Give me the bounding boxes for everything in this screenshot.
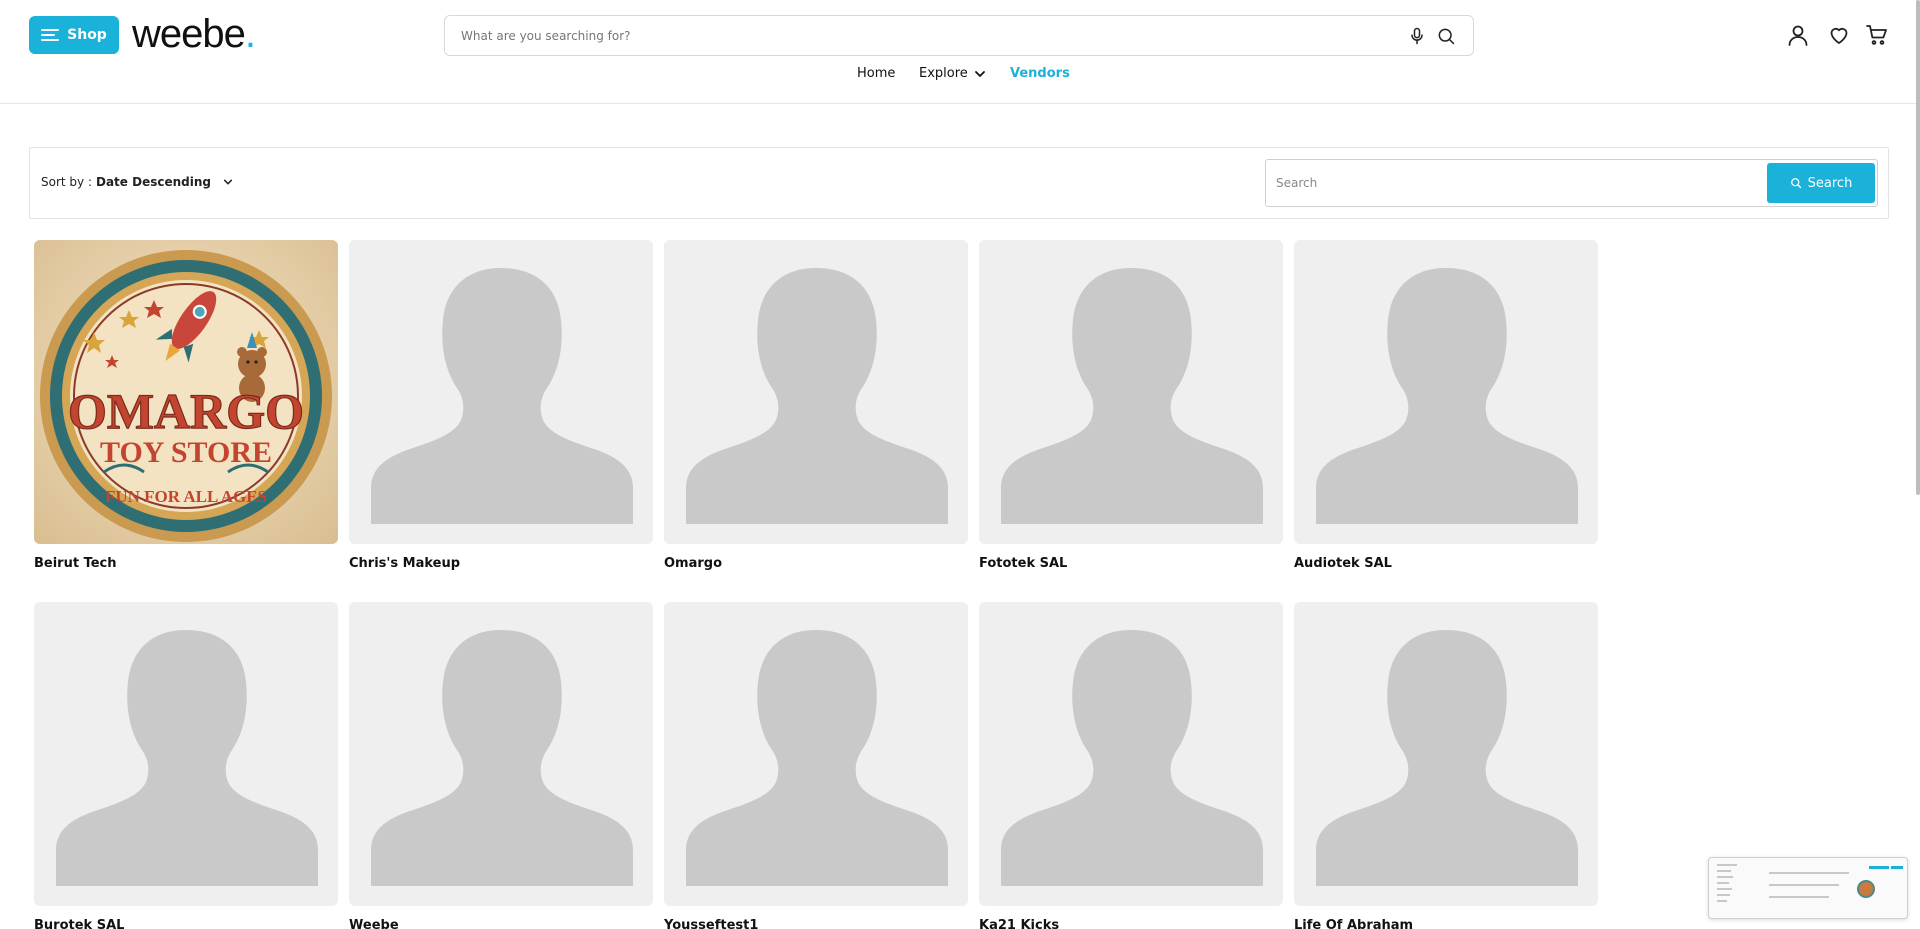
site-header: Shop weebe. Home Explore Vendors bbox=[0, 0, 1920, 104]
vendor-placeholder-avatar bbox=[979, 602, 1283, 906]
vendor-placeholder-avatar bbox=[349, 240, 653, 544]
vendor-name: Audiotek SAL bbox=[1294, 556, 1392, 571]
vendor-placeholder-avatar bbox=[34, 602, 338, 906]
vendor-placeholder-avatar bbox=[1294, 602, 1598, 906]
site-logo[interactable]: weebe. bbox=[132, 12, 256, 57]
vendor-placeholder-avatar bbox=[349, 602, 653, 906]
vendor-search: Search bbox=[1265, 159, 1878, 207]
vendor-name: Weebe bbox=[349, 918, 399, 929]
nav-vendors-label: Vendors bbox=[1010, 66, 1070, 81]
search-icon bbox=[1790, 178, 1801, 189]
menu-icon bbox=[41, 29, 60, 41]
site-search-bar bbox=[444, 15, 1474, 56]
shop-menu-button[interactable]: Shop bbox=[29, 16, 119, 54]
avatar-placeholder-icon bbox=[371, 630, 633, 886]
avatar-placeholder-icon bbox=[686, 630, 948, 886]
vendor-card[interactable]: Omargo bbox=[664, 240, 968, 571]
vendor-card[interactable]: Ka21 Kicks bbox=[979, 602, 1283, 929]
omargo-toy-store-badge: OMARGO TOY STORE FUN FOR ALL AGES bbox=[34, 240, 338, 544]
logo-dot: . bbox=[244, 12, 256, 56]
sort-label: Sort by : bbox=[41, 175, 92, 189]
vendor-placeholder-avatar bbox=[979, 240, 1283, 544]
chevron-down-icon bbox=[974, 70, 985, 77]
avatar-placeholder-icon bbox=[1316, 268, 1578, 524]
avatar-placeholder-icon bbox=[371, 268, 633, 524]
page-preview-thumbnail[interactable] bbox=[1708, 857, 1908, 919]
vendor-placeholder-avatar bbox=[664, 240, 968, 544]
vendor-card[interactable]: Chris's Makeup bbox=[349, 240, 653, 571]
vendor-search-button[interactable]: Search bbox=[1767, 163, 1875, 203]
vendor-name: Life Of Abraham bbox=[1294, 918, 1414, 929]
shop-button-label: Shop bbox=[67, 27, 107, 43]
vendor-logo: OMARGO TOY STORE FUN FOR ALL AGES bbox=[34, 240, 338, 544]
sort-dropdown[interactable]: Sort by : Date Descending bbox=[41, 175, 233, 189]
avatar-placeholder-icon bbox=[56, 630, 318, 886]
vendor-name: Yousseftest1 bbox=[664, 918, 759, 929]
vendor-name: Beirut Tech bbox=[34, 556, 117, 571]
logo-text: weebe bbox=[132, 12, 246, 56]
avatar-placeholder-icon bbox=[1001, 630, 1263, 886]
vendor-name: Fototek SAL bbox=[979, 556, 1068, 571]
vendor-name: Ka21 Kicks bbox=[979, 918, 1060, 929]
vendor-search-input[interactable] bbox=[1276, 160, 1756, 206]
vendor-card[interactable]: Weebe bbox=[349, 602, 653, 929]
avatar-placeholder-icon bbox=[1316, 630, 1578, 886]
vendor-card[interactable]: OMARGO TOY STORE FUN FOR ALL AGES Beirut… bbox=[34, 240, 338, 571]
sort-value: Date Descending bbox=[96, 175, 211, 189]
site-search-input[interactable] bbox=[461, 16, 1361, 55]
vendor-card[interactable]: Fototek SAL bbox=[979, 240, 1283, 571]
nav-explore[interactable]: Explore bbox=[919, 66, 986, 81]
vendor-placeholder-avatar bbox=[664, 602, 968, 906]
cart-icon[interactable] bbox=[1865, 23, 1889, 47]
badge-line-1: OMARGO bbox=[68, 383, 304, 439]
nav-vendors[interactable]: Vendors bbox=[1010, 66, 1070, 81]
vendor-card[interactable]: Yousseftest1 bbox=[664, 602, 968, 929]
vendor-search-button-label: Search bbox=[1807, 175, 1853, 191]
vendor-name: Chris's Makeup bbox=[349, 556, 461, 571]
vendor-name: Omargo bbox=[664, 556, 723, 571]
vendor-card[interactable]: Audiotek SAL bbox=[1294, 240, 1598, 571]
nav-home[interactable]: Home bbox=[857, 66, 895, 81]
heart-icon[interactable] bbox=[1827, 23, 1851, 47]
avatar-placeholder-icon bbox=[686, 268, 948, 524]
nav-home-label: Home bbox=[857, 66, 896, 81]
vendor-filter-bar: Sort by : Date Descending Search bbox=[29, 147, 1889, 219]
search-icon[interactable] bbox=[1436, 26, 1456, 46]
vendor-placeholder-avatar bbox=[1294, 240, 1598, 544]
nav-explore-label: Explore bbox=[919, 66, 968, 81]
mic-icon[interactable] bbox=[1407, 26, 1427, 46]
badge-line-3: FUN FOR ALL AGES bbox=[105, 487, 267, 506]
main-nav: Home Explore Vendors bbox=[0, 66, 1920, 88]
vendor-card[interactable]: Burotek SAL bbox=[34, 602, 338, 929]
chevron-down-icon bbox=[223, 179, 233, 185]
vendor-card[interactable]: Life Of Abraham bbox=[1294, 602, 1598, 929]
user-icon[interactable] bbox=[1786, 23, 1810, 47]
page-scrollbar[interactable] bbox=[1916, 0, 1920, 495]
vendor-name: Burotek SAL bbox=[34, 918, 125, 929]
avatar-placeholder-icon bbox=[1001, 268, 1263, 524]
